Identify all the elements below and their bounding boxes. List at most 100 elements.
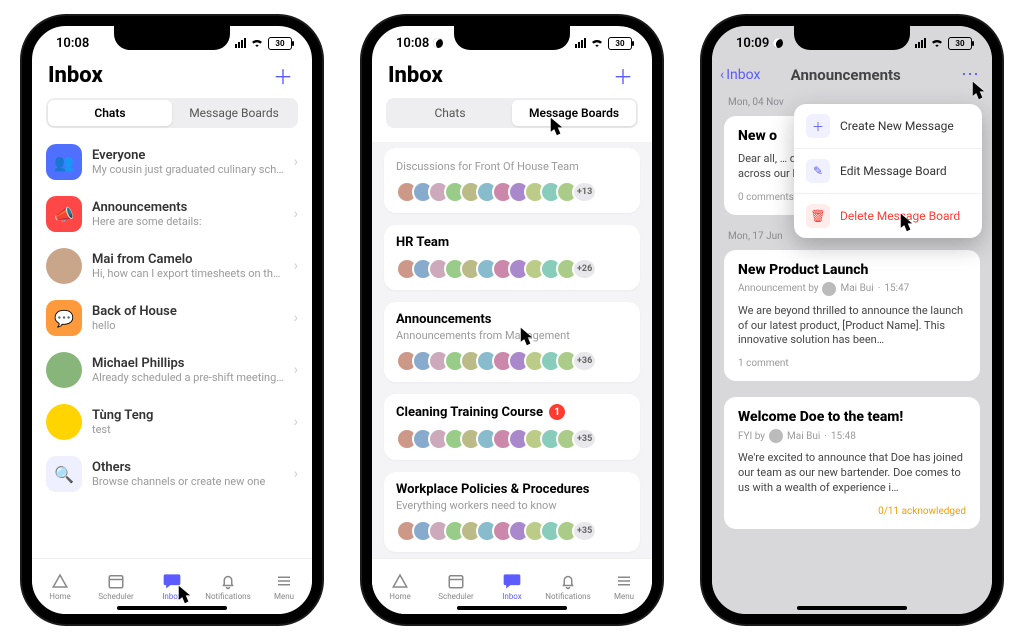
battery-icon: 30 bbox=[268, 37, 292, 50]
post-comments: 1 comment bbox=[738, 358, 789, 369]
author-avatar bbox=[822, 282, 836, 296]
chat-item[interactable]: 💬 Back of Househello › bbox=[32, 292, 312, 344]
post-card[interactable]: New Product Launch Announcement by Mai B… bbox=[724, 250, 980, 382]
menu-create-message[interactable]: ＋ Create New Message bbox=[794, 104, 982, 148]
board-title: Cleaning Training Course1 bbox=[396, 404, 628, 420]
chevron-right-icon: › bbox=[294, 362, 298, 378]
edit-icon: ✎ bbox=[806, 159, 830, 183]
chat-title: Michael Phillips bbox=[92, 356, 284, 371]
avatar: 👥 bbox=[46, 144, 82, 180]
menu-edit-board[interactable]: ✎ Edit Message Board bbox=[794, 148, 982, 193]
board-card[interactable]: Workplace Policies & Procedures Everythin… bbox=[384, 472, 640, 552]
chat-title: Everyone bbox=[92, 148, 284, 163]
cellular-icon bbox=[575, 38, 586, 48]
menu-icon bbox=[274, 572, 294, 590]
chat-item[interactable]: 👥EveryoneMy cousin just graduated culina… bbox=[32, 136, 312, 188]
phone-chats: 10:08 30 Inbox ＋ Chats Message Boards 👥E… bbox=[22, 16, 322, 624]
tab-label: Notifications bbox=[205, 592, 250, 601]
tab-label: Home bbox=[389, 592, 411, 601]
board-card[interactable]: HR Team+26 bbox=[384, 225, 640, 290]
chat-subtitle: Browse channels or create new one bbox=[92, 475, 284, 488]
chat-subtitle: Hi, how can I export timesheets on the … bbox=[92, 267, 284, 280]
post-title: New Product Launch bbox=[738, 262, 966, 278]
chevron-right-icon: › bbox=[294, 466, 298, 482]
segmented-control: Chats Message Boards bbox=[46, 98, 298, 128]
chat-item[interactable]: Michael PhillipsAlready scheduled a pre-… bbox=[32, 344, 312, 396]
tab-label: Scheduler bbox=[438, 592, 473, 601]
board-title: Workplace Policies & Procedures bbox=[396, 482, 628, 497]
avatar: 💬 bbox=[46, 300, 82, 336]
board-card[interactable]: Cleaning Training Course1 +35 bbox=[384, 394, 640, 460]
bell-icon bbox=[558, 572, 578, 590]
home-indicator bbox=[797, 606, 907, 610]
page-title: Inbox bbox=[388, 63, 443, 88]
menu-label: Create New Message bbox=[840, 119, 954, 133]
tab-label: Notifications bbox=[545, 592, 590, 601]
chat-title: Others bbox=[92, 460, 284, 475]
wifi-icon bbox=[250, 36, 264, 50]
compose-button[interactable]: ＋ bbox=[610, 62, 636, 88]
chat-subtitle: Here are some details: bbox=[92, 215, 284, 228]
board-card[interactable]: AnnouncementsAnnouncements from Manageme… bbox=[384, 302, 640, 382]
tab-label: Menu bbox=[614, 592, 634, 601]
chat-subtitle: hello bbox=[92, 319, 284, 332]
author-avatar bbox=[769, 429, 783, 443]
boards-list: Discussions for Front Of House Team +13 … bbox=[372, 142, 652, 558]
board-subtitle: Everything workers need to know bbox=[396, 499, 628, 512]
post-ack: 0/11 acknowledged bbox=[878, 506, 966, 517]
compose-button[interactable]: ＋ bbox=[270, 62, 296, 88]
chat-item[interactable]: 📣AnnouncementsHere are some details:› bbox=[32, 188, 312, 240]
status-time: 10:08 bbox=[396, 36, 429, 51]
members-more-count: +35 bbox=[572, 520, 597, 542]
chat-title: Back of House bbox=[92, 304, 284, 319]
chevron-right-icon: › bbox=[294, 414, 298, 430]
chat-item[interactable]: Mai from CameloHi, how can I export time… bbox=[32, 240, 312, 292]
members-row: +35 bbox=[396, 428, 628, 450]
avatar: 📣 bbox=[46, 196, 82, 232]
chat-subtitle: test bbox=[92, 423, 284, 436]
wifi-icon bbox=[590, 36, 604, 50]
chat-item[interactable]: Tùng Tengtest › bbox=[32, 396, 312, 448]
menu-delete-board[interactable]: 🗑 Delete Message Board bbox=[794, 193, 982, 238]
post-body: We are beyond thrilled to announce the l… bbox=[738, 304, 966, 349]
home-indicator bbox=[117, 606, 227, 610]
post-card[interactable]: Welcome Doe to the team! FYI by Mai Bui … bbox=[724, 397, 980, 529]
home-icon bbox=[390, 572, 410, 590]
menu-label: Delete Message Board bbox=[840, 209, 960, 223]
calendar-icon bbox=[446, 572, 466, 590]
chat-list: 👥EveryoneMy cousin just graduated culina… bbox=[32, 136, 312, 558]
tab-message-boards[interactable]: Message Boards bbox=[172, 100, 296, 126]
tab-home[interactable]: Home bbox=[32, 559, 88, 614]
status-time: 10:08 bbox=[56, 36, 89, 51]
device-notch bbox=[794, 24, 910, 50]
chat-icon bbox=[502, 572, 522, 590]
chat-title: Tùng Teng bbox=[92, 408, 284, 423]
tab-message-boards[interactable]: Message Boards bbox=[512, 100, 636, 126]
menu-label: Edit Message Board bbox=[840, 164, 947, 178]
board-card[interactable]: Discussions for Front Of House Team +13 bbox=[384, 148, 640, 213]
more-options-button[interactable]: ⋯ bbox=[961, 64, 980, 85]
segmented-control: Chats Message Boards bbox=[386, 98, 638, 128]
cellular-icon bbox=[915, 38, 926, 48]
status-time: 10:09 bbox=[736, 36, 769, 51]
tab-label: Menu bbox=[274, 592, 294, 601]
bell-icon bbox=[218, 572, 238, 590]
plus-icon: ＋ bbox=[806, 114, 830, 138]
tab-chats[interactable]: Chats bbox=[48, 100, 172, 126]
tab-menu[interactable]: Menu bbox=[596, 559, 652, 614]
tab-menu[interactable]: Menu bbox=[256, 559, 312, 614]
tab-label: Scheduler bbox=[98, 592, 133, 601]
board-subtitle: Discussions for Front Of House Team bbox=[396, 160, 628, 173]
chat-item[interactable]: 🔍 OthersBrowse channels or create new one… bbox=[32, 448, 312, 500]
board-subtitle: Announcements from Management bbox=[396, 329, 628, 342]
tab-chats[interactable]: Chats bbox=[388, 100, 512, 126]
chevron-right-icon: › bbox=[294, 310, 298, 326]
avatar: 🔍 bbox=[46, 456, 82, 492]
members-more-count: +26 bbox=[572, 258, 597, 280]
members-row: +13 bbox=[396, 181, 628, 203]
dnd-moon-icon bbox=[431, 36, 445, 50]
tab-home[interactable]: Home bbox=[372, 559, 428, 614]
members-more-count: +36 bbox=[572, 350, 597, 372]
post-meta: Announcement by Mai Bui · 15:47 bbox=[738, 282, 966, 296]
trash-icon: 🗑 bbox=[806, 204, 830, 228]
